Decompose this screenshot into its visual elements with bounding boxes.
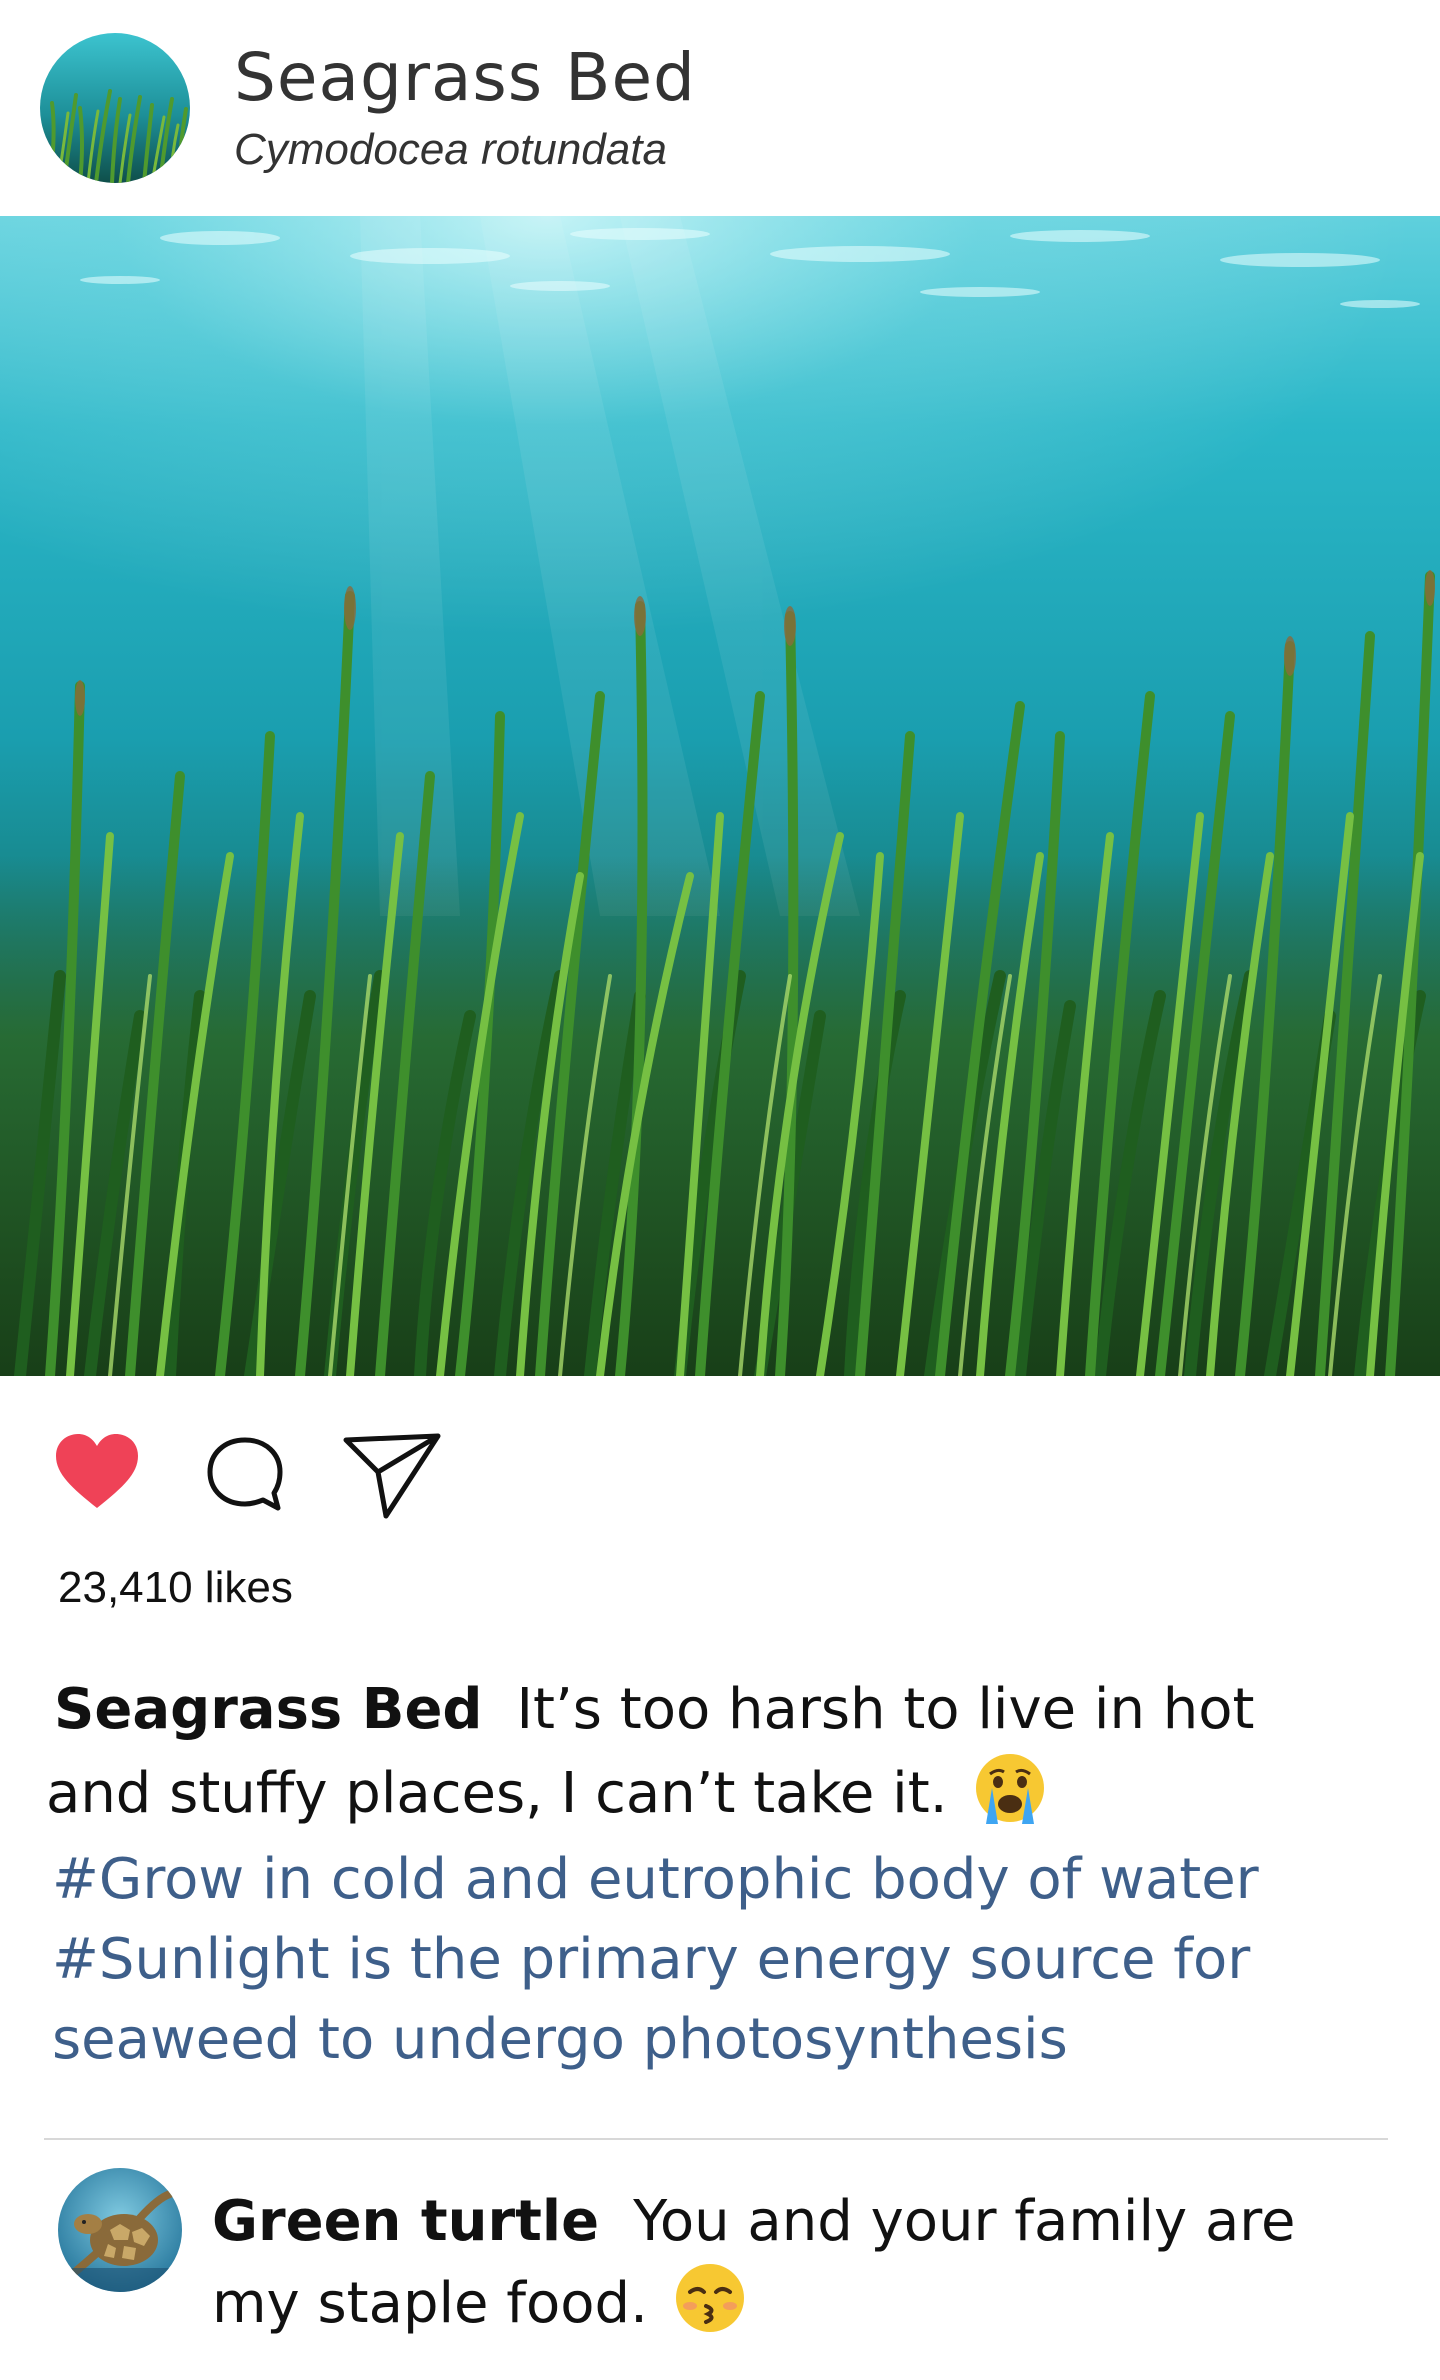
comment-bubble-icon[interactable] (200, 1430, 290, 1520)
divider (44, 2138, 1388, 2140)
share-paper-plane-icon[interactable] (340, 1426, 444, 1522)
account-name[interactable]: Seagrass Bed (234, 38, 696, 118)
seagrass-avatar-image (40, 33, 190, 183)
hashtags: #Grow in cold and eutrophic body of wate… (52, 1840, 1382, 2080)
heart-icon[interactable] (52, 1428, 142, 1518)
post-header: Seagrass Bed Cymodocea rotundata (0, 0, 1440, 216)
green-turtle-avatar-image (58, 2168, 182, 2292)
hashtag-line-1[interactable]: #Grow in cold and eutrophic body of wate… (52, 1840, 1382, 1920)
comment: Green turtle You and your family are my s… (212, 2184, 1392, 2356)
commenter-username[interactable]: Green turtle (212, 2189, 599, 2254)
post-caption: Seagrass Bed It’s too harsh to live in ho… (46, 1670, 1376, 1848)
seagrass-underwater-photo (0, 216, 1440, 1376)
account-avatar[interactable] (40, 33, 190, 183)
commenter-avatar[interactable] (58, 2168, 182, 2292)
hashtag-line-3[interactable]: seaweed to undergo photosynthesis (52, 2000, 1382, 2080)
caption-username[interactable]: Seagrass Bed (54, 1677, 483, 1742)
hashtag-line-2[interactable]: #Sunlight is the primary energy source f… (52, 1920, 1382, 2000)
post-image[interactable] (0, 216, 1440, 1376)
crying-face-emoji (972, 1750, 1048, 1848)
likes-count[interactable]: 23,410 likes (58, 1560, 293, 1616)
account-subtitle: Cymodocea rotundata (234, 125, 667, 174)
kissing-face-emoji (672, 2260, 748, 2356)
post-actions (0, 1376, 1440, 1519)
